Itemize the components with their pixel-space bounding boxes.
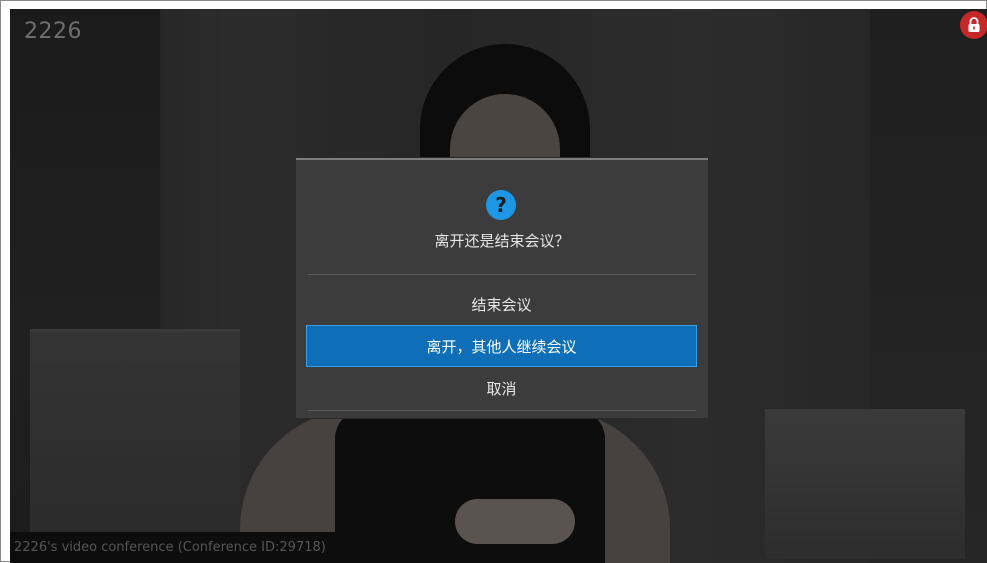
participant-hands bbox=[455, 499, 575, 544]
lock-icon bbox=[960, 11, 987, 39]
room-id-label: 2226 bbox=[24, 19, 82, 44]
end-meeting-button[interactable]: 结束会议 bbox=[306, 284, 697, 326]
video-feed: 2226 2226's video conference (Conference… bbox=[10, 9, 987, 563]
cancel-button[interactable]: 取消 bbox=[306, 368, 697, 410]
window-frame: 2226 2226's video conference (Conference… bbox=[0, 0, 987, 563]
dialog-title: 离开还是结束会议？ bbox=[434, 232, 570, 250]
conference-caption: 2226's video conference (Conference ID:2… bbox=[10, 532, 353, 563]
leave-or-end-dialog: ? 离开还是结束会议？ 结束会议 离开，其他人继续会议 取消 bbox=[296, 158, 708, 418]
background-window bbox=[30, 329, 240, 562]
background-desk bbox=[765, 409, 965, 559]
leave-meeting-button[interactable]: 离开，其他人继续会议 bbox=[306, 325, 697, 367]
question-icon: ? bbox=[486, 190, 516, 220]
divider bbox=[308, 410, 696, 411]
lock-glyph bbox=[968, 17, 980, 32]
divider bbox=[308, 274, 696, 275]
